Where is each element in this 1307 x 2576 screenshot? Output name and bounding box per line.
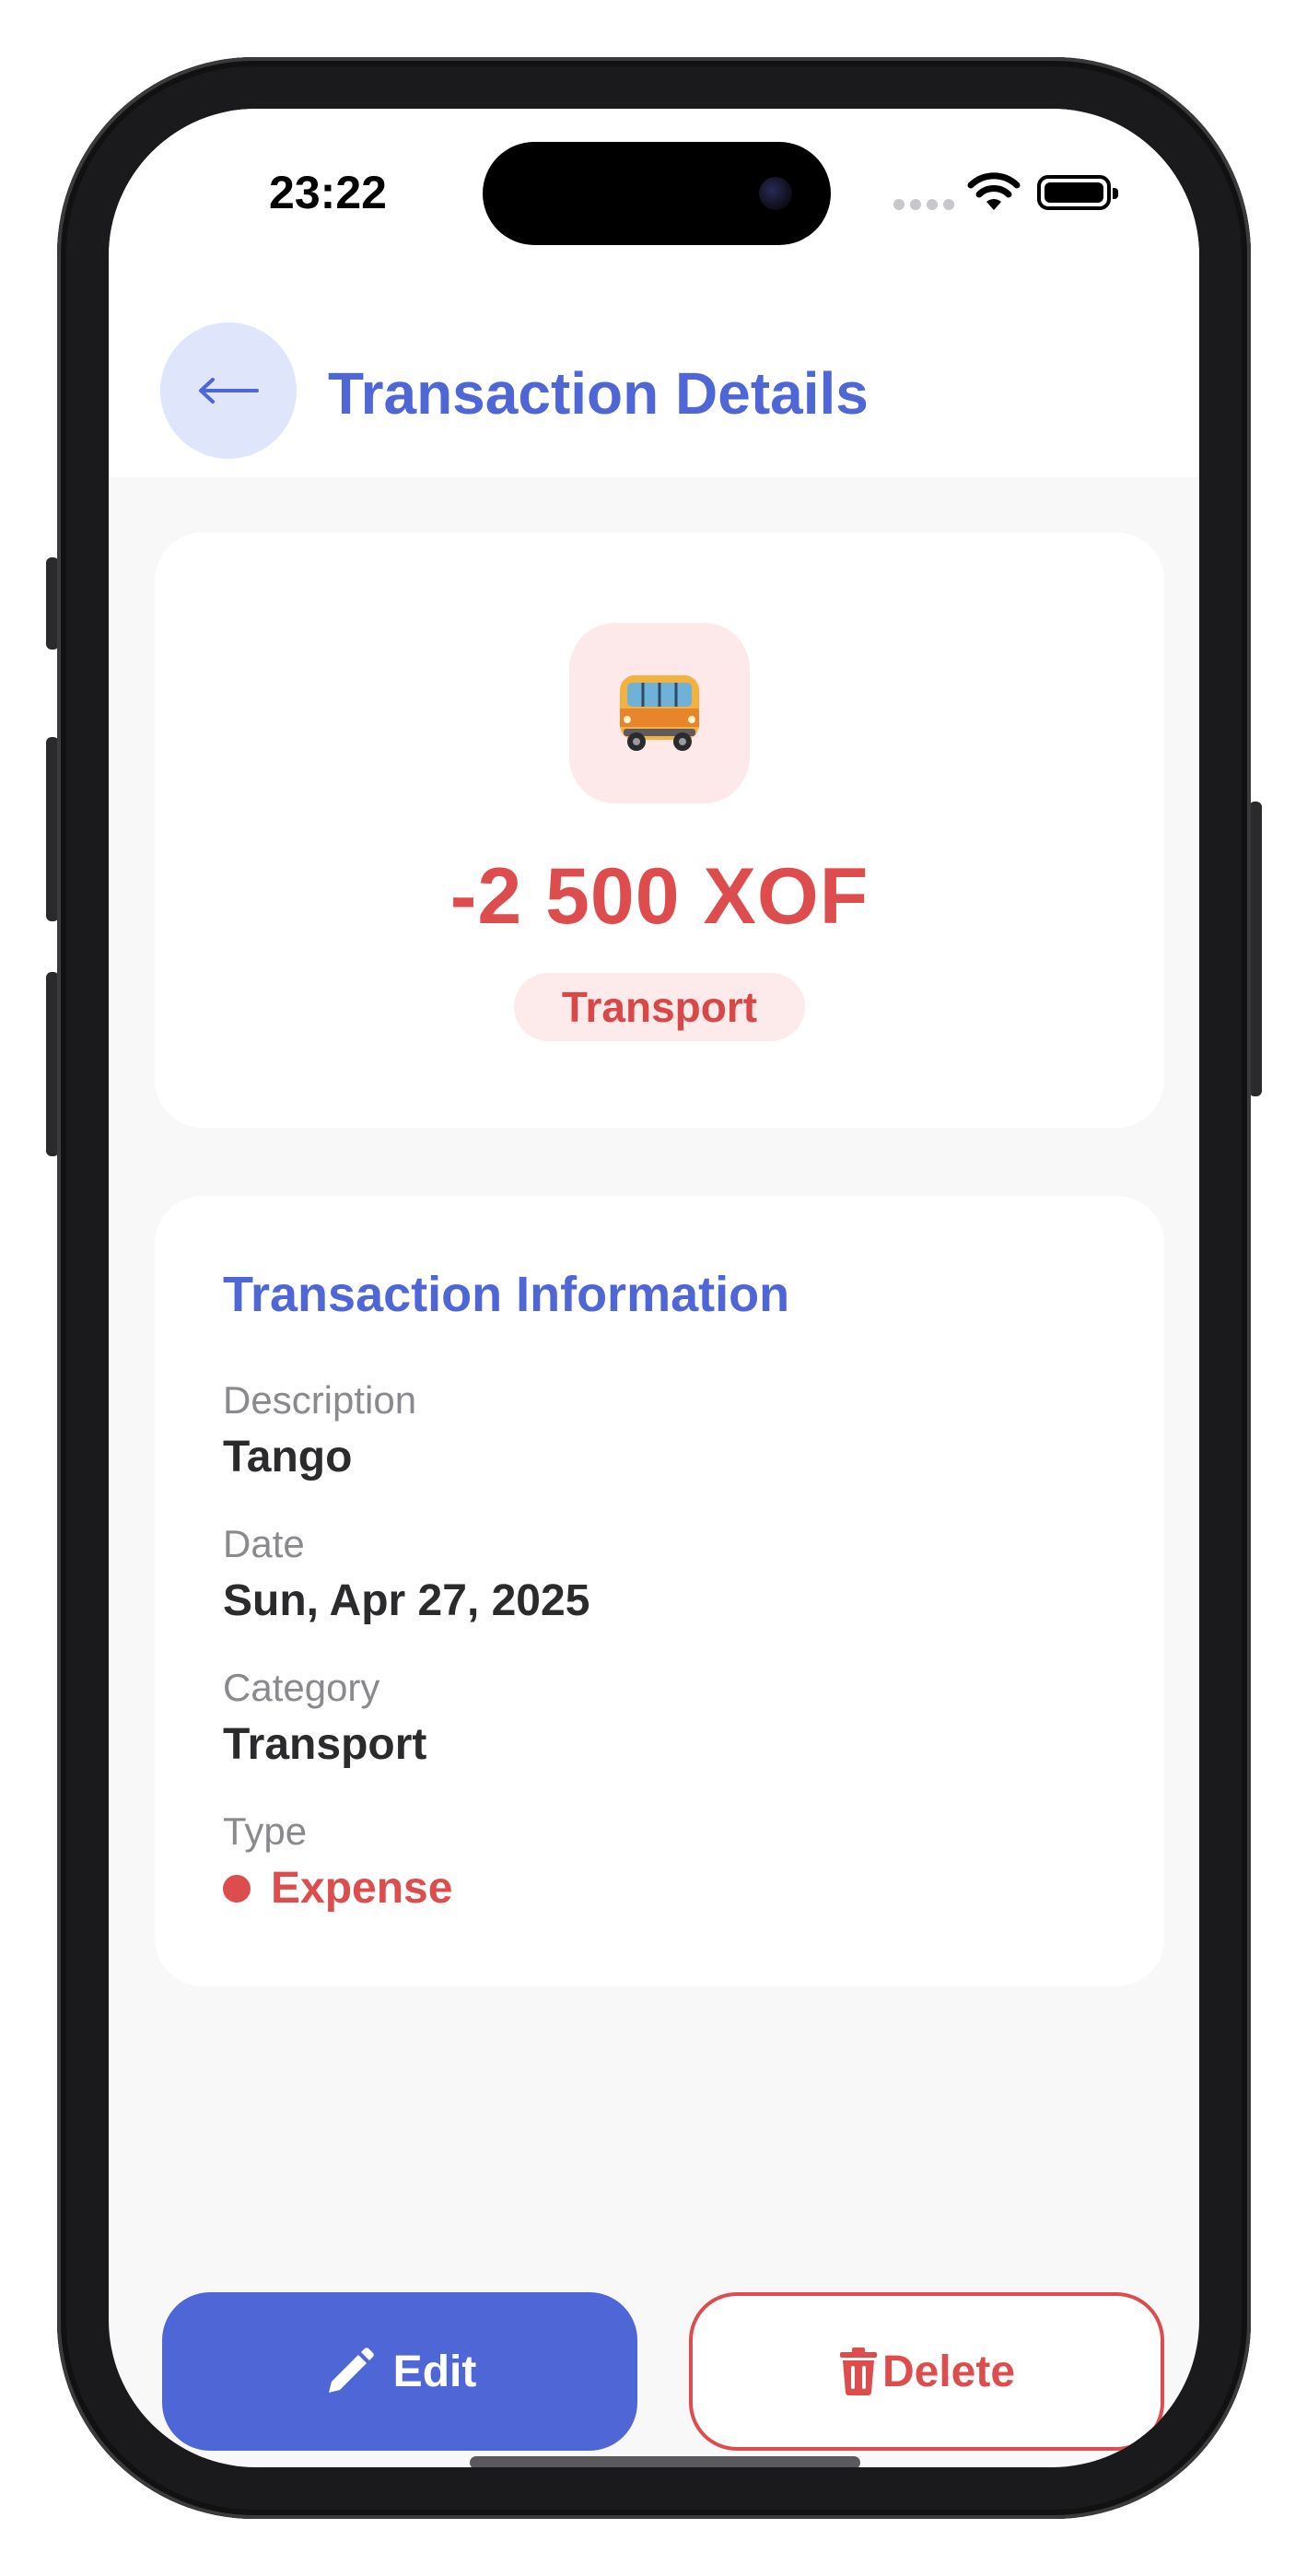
edit-label: Edit [392,2347,477,2396]
transaction-summary-card: -2 500 XOF Transport [155,533,1164,1128]
description-label: Description [223,1378,417,1422]
status-bar: 23:22 [109,109,1199,293]
cellular-signal-icon [893,199,954,210]
edit-button[interactable]: Edit [162,2292,637,2451]
date-label: Date [223,1522,305,1565]
page-title: Transaction Details [328,360,869,427]
category-label: Category [223,1666,380,1709]
delete-button[interactable]: Delete [689,2292,1164,2451]
type-row: Expense [223,1863,452,1914]
delete-label: Delete [881,2347,1016,2396]
dynamic-island [483,142,831,245]
category-value: Transport [223,1720,427,1769]
section-title: Transaction Information [223,1267,790,1322]
expense-dot-icon [223,1874,251,1903]
arrow-left-icon [199,378,259,404]
front-camera [759,177,792,210]
wifi-icon [967,172,1021,210]
type-value: Expense [271,1864,453,1913]
back-button[interactable] [160,322,297,459]
type-label: Type [223,1809,308,1853]
header: Transaction Details [109,293,1199,477]
transaction-amount: -2 500 XOF [449,852,869,941]
home-indicator[interactable] [470,2456,860,2467]
battery-icon [1037,175,1118,210]
category-icon-tile [569,623,750,803]
category-badge: Transport [514,973,805,1041]
pencil-icon [328,2348,374,2393]
trash-icon [839,2348,877,2396]
status-time: 23:22 [269,167,387,218]
app-screen: 23:22 Transaction Details -2 500 XOF Tra… [109,109,1199,2467]
bus-icon [620,675,699,751]
transaction-info-card: Transaction Information Description Tang… [155,1196,1164,1986]
date-value: Sun, Apr 27, 2025 [223,1576,590,1625]
description-value: Tango [223,1433,353,1481]
power-button [1249,802,1262,1096]
